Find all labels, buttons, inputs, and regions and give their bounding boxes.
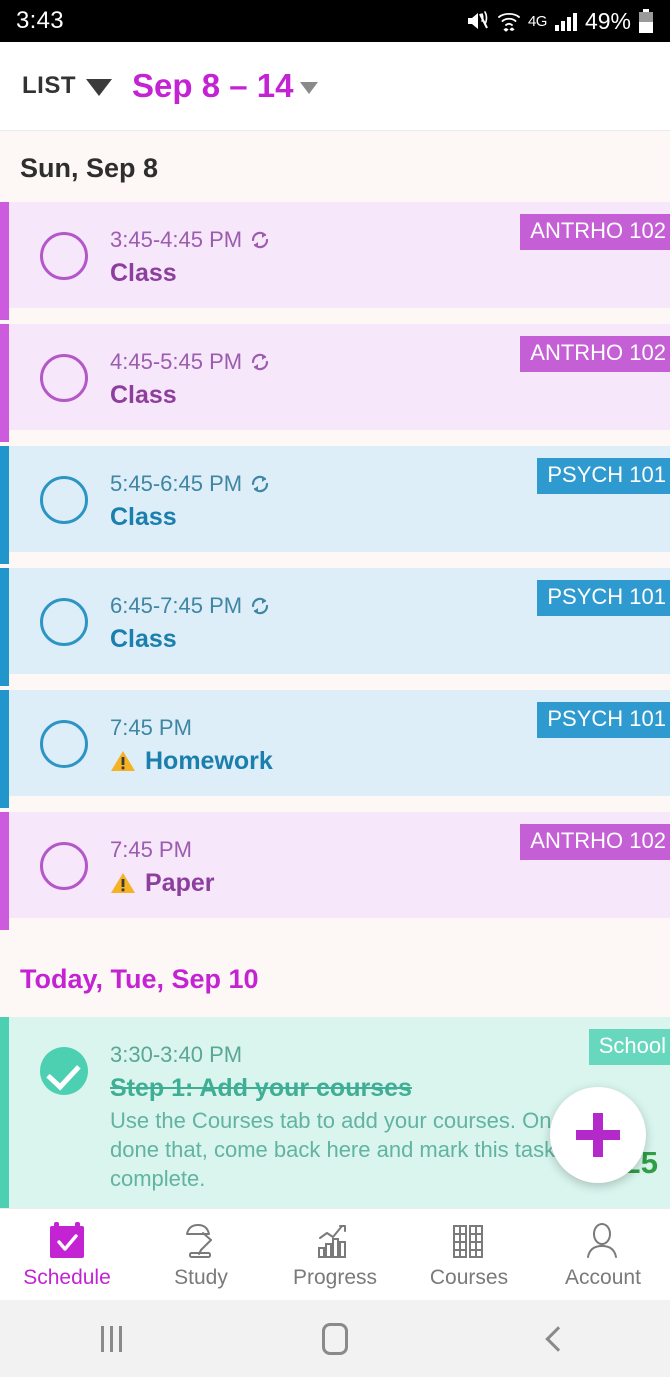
event-checkbox[interactable] bbox=[40, 232, 88, 280]
recent-apps-icon bbox=[101, 1325, 123, 1352]
event-time: 3:30-3:40 PM bbox=[110, 1042, 243, 1067]
view-mode-chevron-down-icon[interactable] bbox=[86, 79, 112, 96]
event-title-row: Paper bbox=[110, 869, 656, 898]
recent-apps-button[interactable] bbox=[52, 1325, 172, 1352]
course-badge: PSYCH 101 bbox=[537, 458, 670, 494]
bar-chart-icon bbox=[313, 1220, 357, 1262]
desk-lamp-icon bbox=[179, 1220, 223, 1262]
status-bar-icons: 4G 49% bbox=[466, 8, 654, 35]
home-button[interactable] bbox=[275, 1322, 395, 1355]
repeat-icon bbox=[251, 597, 269, 614]
event-time: 5:45-6:45 PM bbox=[110, 471, 243, 496]
books-icon bbox=[447, 1220, 491, 1262]
status-bar: 3:43 4G 49% bbox=[0, 0, 670, 42]
nav-item-account[interactable]: Account bbox=[536, 1209, 670, 1300]
nav-item-progress[interactable]: Progress bbox=[268, 1209, 402, 1300]
system-navigation-bar bbox=[0, 1300, 670, 1377]
event-title: Class bbox=[110, 380, 177, 409]
app-toolbar: LIST Sep 8 – 14 bbox=[0, 42, 670, 131]
event-time-row: 3:30-3:40 PM bbox=[110, 1041, 656, 1069]
event-row[interactable]: 6:45-7:45 PM Class PSYCH 101 bbox=[0, 568, 670, 686]
nav-item-courses[interactable]: Courses bbox=[402, 1209, 536, 1300]
back-button[interactable] bbox=[498, 1325, 618, 1352]
event-row[interactable]: 5:45-6:45 PM Class PSYCH 101 bbox=[0, 446, 670, 564]
event-checkbox[interactable] bbox=[40, 598, 88, 646]
course-color-bar bbox=[0, 568, 9, 686]
home-icon bbox=[321, 1322, 348, 1355]
battery-percent-label: 49% bbox=[584, 7, 631, 34]
event-row[interactable]: 7:45 PM Homework PSYCH 101 bbox=[0, 690, 670, 808]
course-color-bar bbox=[0, 690, 9, 808]
course-color-bar bbox=[0, 202, 9, 320]
event-row[interactable]: 3:45-4:45 PM Class ANTRHO 102 bbox=[0, 202, 670, 320]
add-button[interactable] bbox=[550, 1087, 646, 1183]
nav-item-schedule[interactable]: Schedule bbox=[0, 1209, 134, 1300]
course-badge: ANTRHO 102 bbox=[520, 336, 670, 372]
event-checkbox[interactable] bbox=[40, 842, 88, 890]
event-title: Class bbox=[110, 624, 177, 653]
event-checkbox[interactable] bbox=[40, 354, 88, 402]
person-icon bbox=[581, 1220, 625, 1262]
event-time: 6:45-7:45 PM bbox=[110, 593, 243, 618]
event-title-row: Homework bbox=[110, 747, 656, 776]
view-mode-label[interactable]: LIST bbox=[22, 72, 76, 100]
course-badge: School bbox=[588, 1029, 670, 1065]
nav-label-courses: Courses bbox=[429, 1265, 509, 1289]
event-title: Paper bbox=[145, 868, 215, 897]
mute-icon bbox=[467, 11, 488, 29]
event-title: Class bbox=[110, 258, 177, 287]
signal-icon bbox=[554, 13, 577, 31]
date-range-label[interactable]: Sep 8 – 14 bbox=[132, 67, 293, 105]
repeat-icon bbox=[251, 475, 269, 492]
event-time: 3:45-4:45 PM bbox=[110, 227, 243, 252]
nav-label-progress: Progress bbox=[292, 1265, 378, 1289]
event-title: Homework bbox=[145, 746, 273, 775]
course-color-bar bbox=[0, 812, 9, 930]
event-checkbox[interactable] bbox=[40, 720, 88, 768]
event-checkbox[interactable] bbox=[40, 476, 88, 524]
event-time: 7:45 PM bbox=[110, 837, 192, 862]
course-color-bar bbox=[0, 324, 9, 442]
back-icon bbox=[545, 1325, 572, 1352]
course-badge: ANTRHO 102 bbox=[520, 824, 670, 860]
warning-icon bbox=[110, 871, 136, 895]
repeat-icon bbox=[251, 353, 269, 370]
date-range-chevron-down-icon[interactable] bbox=[300, 81, 319, 94]
course-color-bar bbox=[0, 1017, 9, 1214]
plus-icon bbox=[593, 1113, 603, 1157]
nav-item-study[interactable]: Study bbox=[134, 1209, 268, 1300]
calendar-check-icon bbox=[45, 1220, 89, 1262]
network-4g-icon: 4G bbox=[527, 12, 548, 30]
status-bar-clock: 3:43 bbox=[16, 7, 64, 34]
warning-icon bbox=[110, 749, 136, 773]
nav-label-schedule: Schedule bbox=[23, 1265, 111, 1289]
course-badge: PSYCH 101 bbox=[537, 702, 670, 738]
event-row[interactable]: 7:45 PM Paper ANTRHO 102 bbox=[0, 812, 670, 930]
bottom-navigation: Schedule Study Progress Courses Account bbox=[0, 1208, 670, 1300]
event-time: 7:45 PM bbox=[110, 715, 192, 740]
event-row[interactable]: 4:45-5:45 PM Class ANTRHO 102 bbox=[0, 324, 670, 442]
event-title: Class bbox=[110, 502, 177, 531]
repeat-icon bbox=[251, 231, 269, 248]
event-time: 4:45-5:45 PM bbox=[110, 349, 243, 374]
course-color-bar bbox=[0, 446, 9, 564]
nav-label-account: Account bbox=[565, 1265, 641, 1289]
course-badge: PSYCH 101 bbox=[537, 580, 670, 616]
app-root: 3:43 4G 49% LIST Sep 8 – 14 Sun, Sep 8 3… bbox=[0, 0, 670, 1377]
day-header-today: Today, Tue, Sep 10 bbox=[0, 934, 670, 1017]
event-checkbox-checked[interactable] bbox=[40, 1047, 88, 1095]
course-badge: ANTRHO 102 bbox=[520, 214, 670, 250]
nav-label-study: Study bbox=[174, 1265, 228, 1289]
battery-icon bbox=[639, 9, 653, 33]
wifi-icon bbox=[498, 12, 520, 32]
day-header: Sun, Sep 8 bbox=[0, 131, 670, 202]
